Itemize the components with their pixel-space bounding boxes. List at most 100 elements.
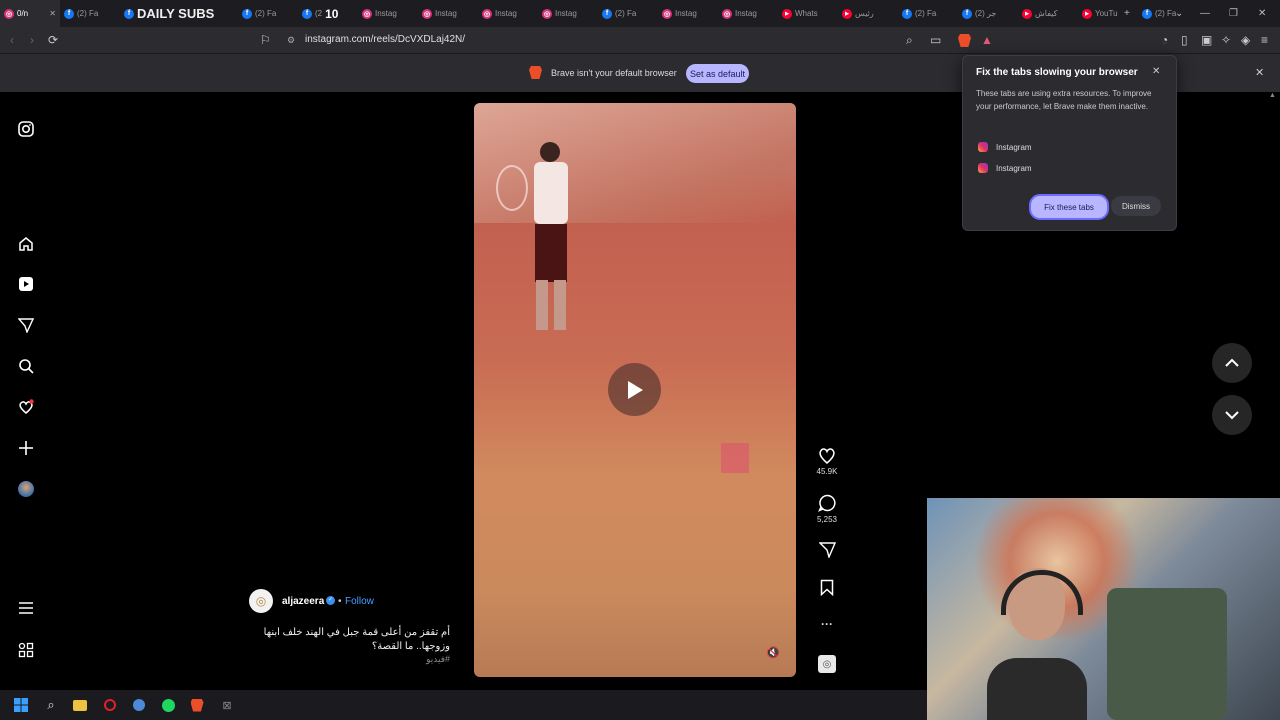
- search-icon[interactable]: [17, 357, 35, 375]
- minimize-icon[interactable]: —: [1200, 0, 1210, 27]
- browser-tab[interactable]: ◎ Instag: [658, 0, 718, 27]
- browser-tab[interactable]: ▶ رئيس: [838, 0, 898, 27]
- brave-taskbar-icon[interactable]: [190, 698, 204, 712]
- wallet-icon[interactable]: ▣: [1201, 33, 1212, 47]
- browser-tab[interactable]: f (2) جر: [958, 0, 1018, 27]
- create-plus-icon[interactable]: [17, 439, 35, 457]
- tab-label: (2) Fa: [255, 9, 277, 18]
- author-username[interactable]: aljazeera: [282, 596, 324, 607]
- instagram-icon: ◎: [722, 8, 732, 19]
- tab-label: Whats: [795, 9, 818, 18]
- popup-close-icon[interactable]: ✕: [1152, 66, 1160, 77]
- tab-label: كيفاش: [1035, 9, 1058, 18]
- comment-action[interactable]: 5,253: [812, 494, 842, 524]
- taskbar-search-icon[interactable]: ⌕: [44, 697, 58, 712]
- os-taskbar: ⌕ ⊠: [0, 690, 927, 720]
- zoom-icon[interactable]: ⌕: [906, 33, 913, 48]
- new-tab-button[interactable]: +: [1124, 0, 1130, 27]
- scroll-up-arrow[interactable]: ▲: [1269, 92, 1276, 99]
- facebook-icon: f: [1142, 8, 1152, 19]
- browser-tab[interactable]: ◎ Instag: [538, 0, 598, 27]
- tab-extra-text: 10: [325, 6, 339, 21]
- browser-tab[interactable]: ▶ كيفاش: [1018, 0, 1078, 27]
- share-action[interactable]: [812, 541, 842, 558]
- tab-search-icon[interactable]: ⌄: [1175, 0, 1183, 27]
- like-heart-icon[interactable]: [818, 447, 836, 464]
- brave-shields-icon[interactable]: [958, 34, 971, 47]
- messages-icon[interactable]: [17, 316, 35, 334]
- youtube-icon: ▶: [1022, 8, 1032, 19]
- facebook-icon: f: [64, 8, 74, 19]
- close-window-icon[interactable]: ✕: [1258, 0, 1266, 27]
- browser-tab[interactable]: f DAILY SUBS: [120, 0, 238, 27]
- home-icon[interactable]: [17, 235, 35, 253]
- author-avatar[interactable]: ◎: [249, 589, 273, 613]
- url-field[interactable]: instagram.com/reels/DcVXDLaj42N/: [305, 34, 465, 45]
- save-action[interactable]: [812, 579, 842, 596]
- play-button[interactable]: [608, 363, 661, 416]
- close-app-icon[interactable]: ⊠: [220, 698, 234, 712]
- cast-icon[interactable]: ▭: [930, 33, 941, 47]
- bookmark-icon[interactable]: ⚐: [260, 33, 271, 47]
- spotify-icon[interactable]: [161, 698, 175, 712]
- notifications-heart-icon[interactable]: [17, 398, 35, 416]
- popup-title: Fix the tabs slowing your browser: [976, 67, 1138, 78]
- address-bar: ‹ › ⟳ ⚐ ⚙ instagram.com/reels/DcVXDLaj42…: [0, 27, 1280, 53]
- leo-ai-icon[interactable]: ✧: [1221, 33, 1231, 47]
- back-icon[interactable]: ‹: [10, 33, 14, 47]
- comment-icon[interactable]: [818, 494, 836, 512]
- share-icon[interactable]: [818, 541, 836, 558]
- close-tab-icon[interactable]: ✕: [49, 9, 56, 18]
- file-explorer-icon[interactable]: [73, 698, 87, 712]
- browser-tab[interactable]: ◎ Instag: [358, 0, 418, 27]
- tab-label: Instag: [555, 9, 577, 18]
- brave-rewards-icon[interactable]: ▲: [981, 33, 993, 47]
- performance-icon[interactable]: ◔: [1161, 33, 1168, 47]
- reel-hashtag[interactable]: #فيديو: [350, 654, 450, 665]
- maximize-icon[interactable]: ❐: [1229, 0, 1238, 27]
- windows-start-icon[interactable]: [14, 698, 28, 712]
- browser-tab[interactable]: ◎ 0/n ✕: [0, 0, 60, 27]
- tab-label: (2: [315, 9, 323, 18]
- dismiss-button[interactable]: Dismiss: [1111, 196, 1161, 216]
- browser-tab[interactable]: ▶ Whats: [778, 0, 838, 27]
- instagram-logo-icon[interactable]: [17, 120, 35, 138]
- mute-icon[interactable]: 🔇: [766, 646, 780, 659]
- profile-avatar[interactable]: [17, 480, 35, 498]
- forward-icon[interactable]: ›: [30, 33, 34, 47]
- next-reel-button[interactable]: [1212, 395, 1252, 435]
- app-icon[interactable]: [132, 698, 146, 712]
- follow-button[interactable]: Follow: [345, 596, 374, 607]
- vpn-icon[interactable]: ◈: [1241, 33, 1250, 47]
- opera-icon[interactable]: [103, 698, 117, 712]
- browser-tab[interactable]: f (2) Fa: [598, 0, 658, 27]
- browser-tab[interactable]: f (2) Fa: [238, 0, 298, 27]
- bookmark-save-icon[interactable]: [820, 579, 834, 596]
- tab-label: Instag: [375, 9, 397, 18]
- sidebar-toggle-icon[interactable]: ▯: [1181, 33, 1188, 47]
- browser-tab[interactable]: f (2) Fa: [898, 0, 958, 27]
- instagram-icon: ◎: [662, 8, 672, 19]
- audio-source-thumbnail[interactable]: ◎: [812, 655, 842, 673]
- browser-tab[interactable]: ◎ Instag: [418, 0, 478, 27]
- also-from-meta-icon[interactable]: [17, 641, 35, 659]
- site-info-icon[interactable]: ⚙: [287, 35, 295, 46]
- browser-tab[interactable]: f (2) Fa: [1138, 0, 1198, 27]
- browser-tab[interactable]: f (2) Fa: [60, 0, 120, 27]
- close-infobar-icon[interactable]: ✕: [1255, 66, 1264, 79]
- more-menu-icon[interactable]: [17, 599, 35, 617]
- browser-tab[interactable]: ◎ Instag: [718, 0, 778, 27]
- tab-label: Instag: [435, 9, 457, 18]
- popup-tab-label: Instagram: [996, 163, 1032, 173]
- fix-these-tabs-button[interactable]: Fix these tabs: [1029, 194, 1109, 220]
- browser-tab[interactable]: f (2 10: [298, 0, 358, 27]
- browser-tab[interactable]: ◎ Instag: [478, 0, 538, 27]
- menu-icon[interactable]: ≡: [1261, 33, 1268, 47]
- reels-icon[interactable]: [17, 275, 35, 293]
- more-options-icon[interactable]: ···: [812, 617, 842, 631]
- reload-icon[interactable]: ⟳: [48, 33, 58, 47]
- tab-label: رئيس: [855, 9, 874, 18]
- set-as-default-button[interactable]: Set as default: [686, 64, 749, 83]
- like-action[interactable]: 45.9K: [812, 447, 842, 476]
- previous-reel-button[interactable]: [1212, 343, 1252, 383]
